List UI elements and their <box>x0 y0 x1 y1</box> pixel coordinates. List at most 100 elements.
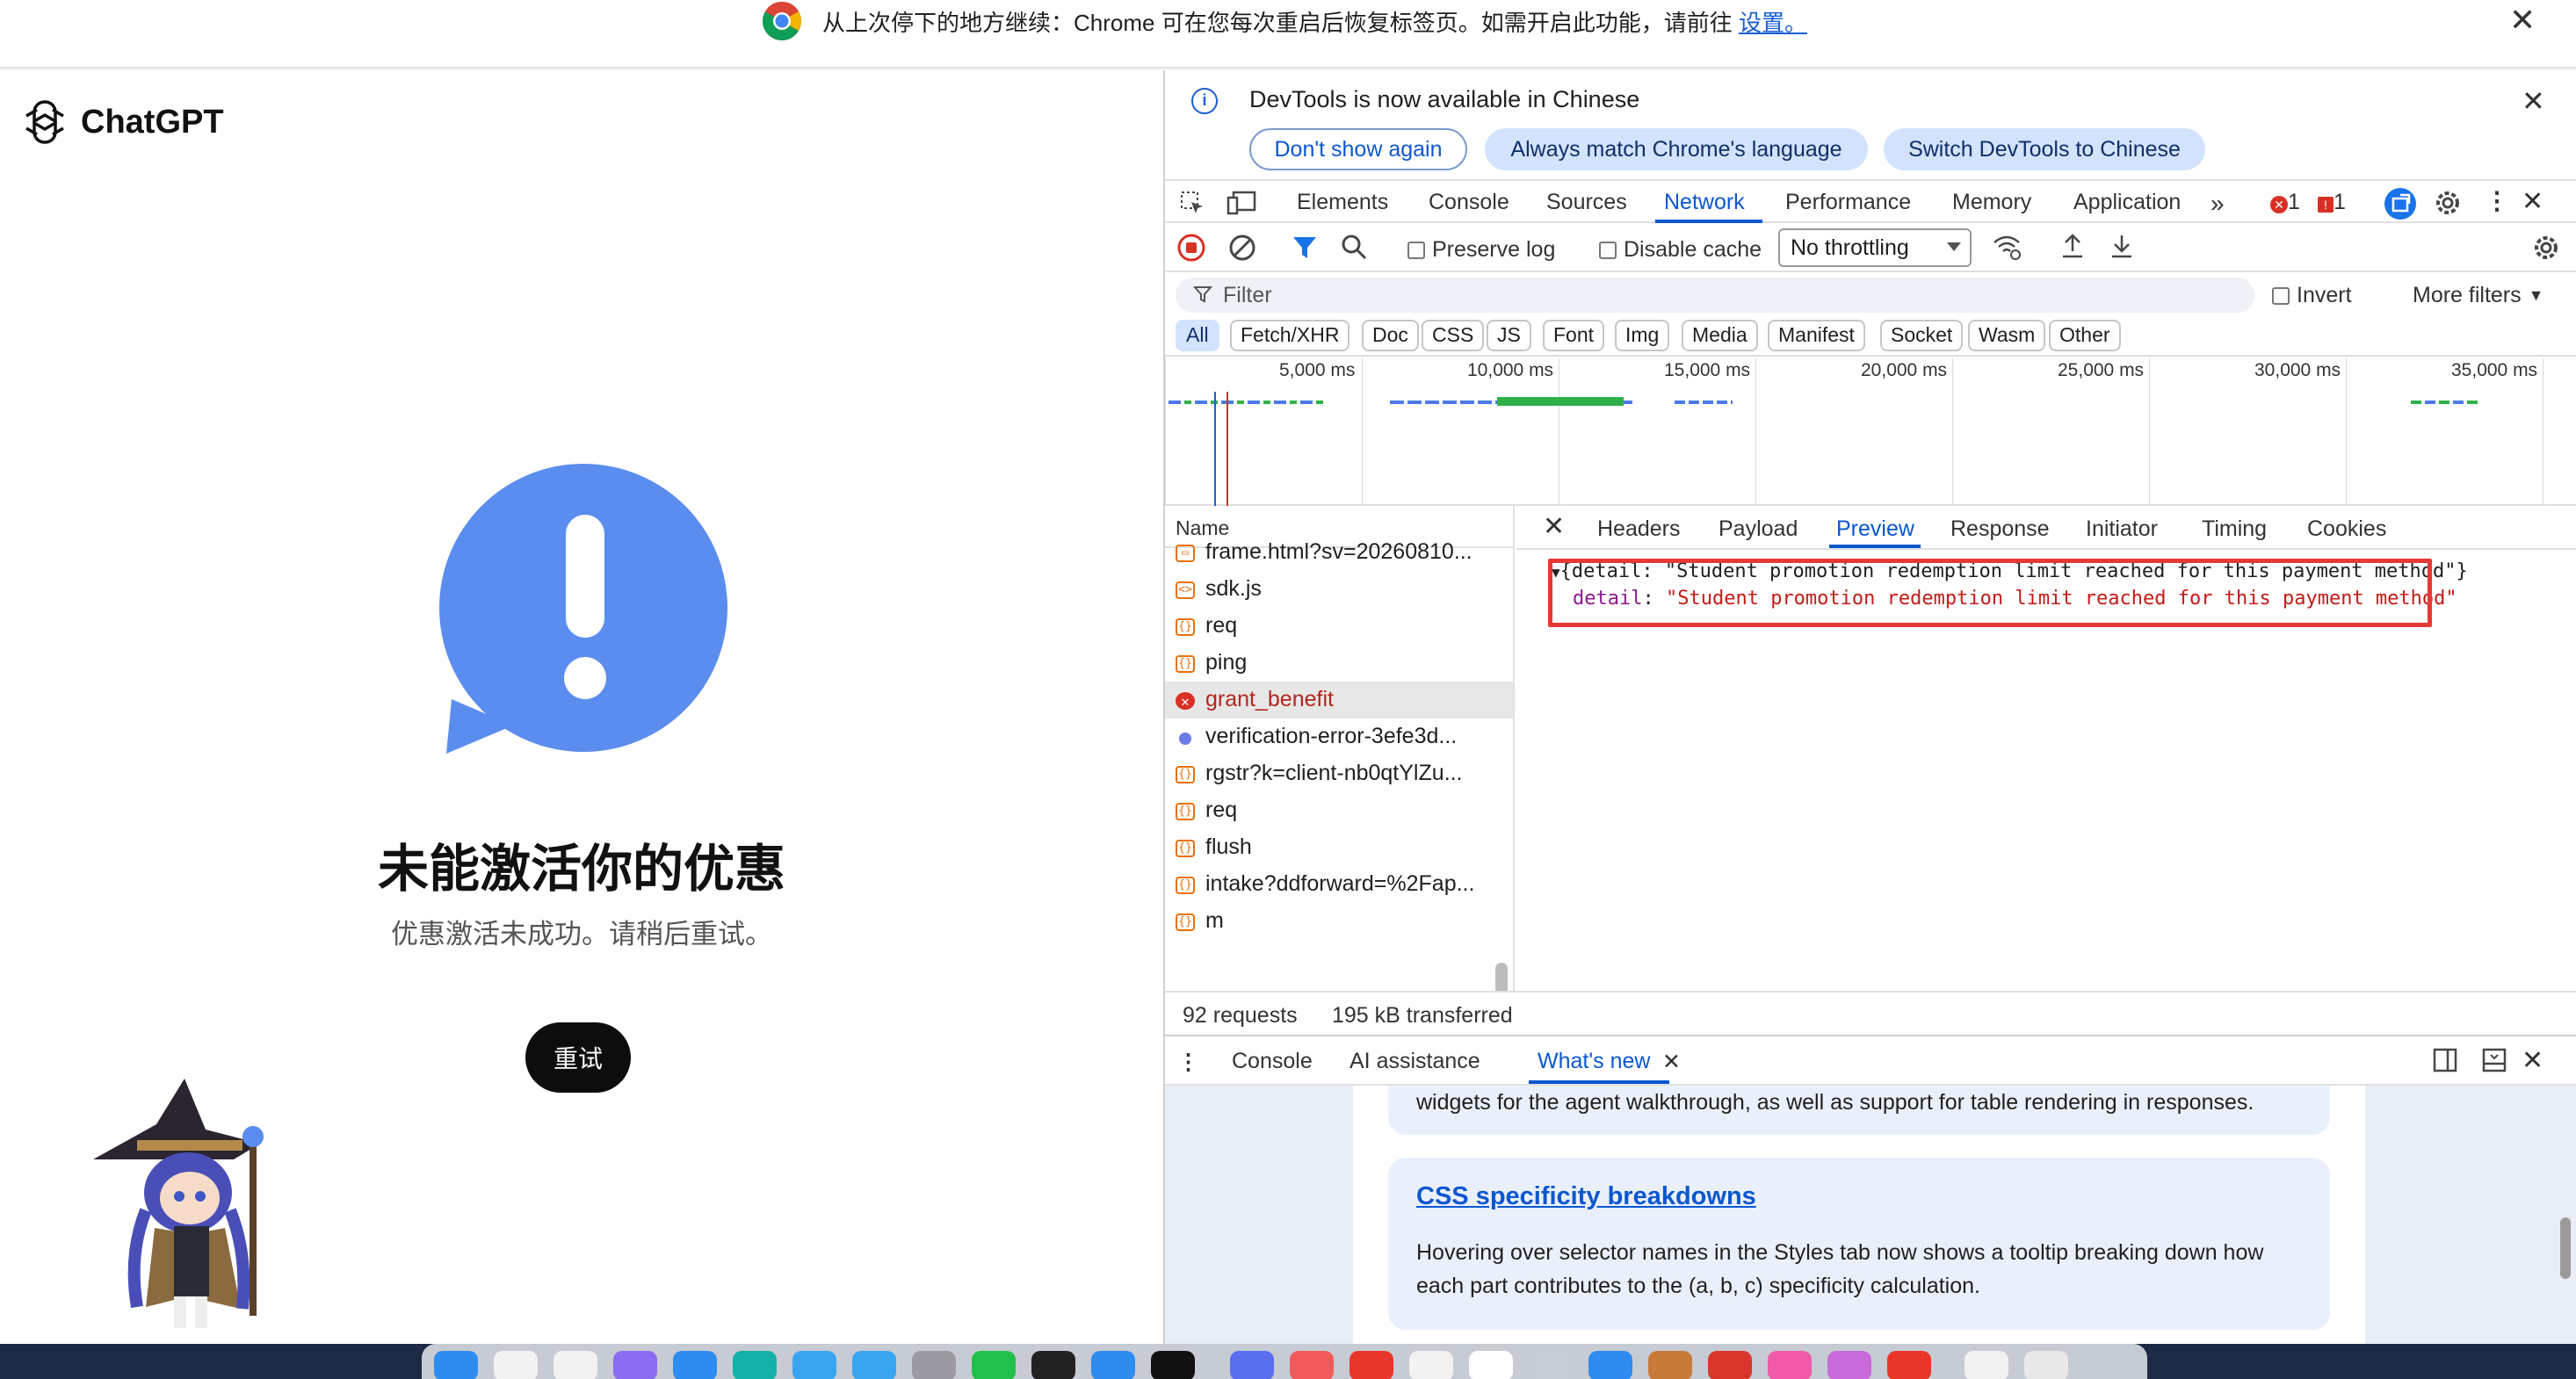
tab-sources[interactable]: Sources <box>1546 190 1627 215</box>
preserve-log-box[interactable] <box>1407 241 1425 259</box>
dock-bottom-icon[interactable] <box>2481 1047 2507 1073</box>
switch-chinese-button[interactable]: Switch DevTools to Chinese <box>1884 128 2205 170</box>
whats-new-scrollbar[interactable] <box>2560 1217 2571 1279</box>
tab-elements[interactable]: Elements <box>1297 190 1388 215</box>
finder-icon[interactable] <box>434 1351 478 1379</box>
app-icon[interactable] <box>1887 1351 1931 1379</box>
app-icon[interactable] <box>1965 1351 2008 1379</box>
app-icon[interactable] <box>1648 1351 1692 1379</box>
devtools-close-icon[interactable]: ✕ <box>2522 186 2543 217</box>
type-other[interactable]: Other <box>2049 320 2121 351</box>
clear-icon[interactable] <box>1228 234 1256 262</box>
tab-console[interactable]: Console <box>1429 190 1509 215</box>
filter-input[interactable]: Filter <box>1176 278 2254 313</box>
app-icon[interactable] <box>792 1351 836 1379</box>
tab-timing[interactable]: Timing <box>2202 516 2267 542</box>
app-icon[interactable] <box>1529 1351 1573 1379</box>
app-icon[interactable] <box>1151 1351 1195 1379</box>
tab-cookies[interactable]: Cookies <box>2307 516 2386 542</box>
type-wasm[interactable]: Wasm <box>1968 320 2046 351</box>
terminal-icon[interactable] <box>1031 1351 1075 1379</box>
infobar-close-icon[interactable]: ✕ <box>2509 2 2536 39</box>
app-icon[interactable] <box>494 1351 538 1379</box>
invert-checkbox[interactable]: Invert <box>2272 283 2352 308</box>
chatgpt-logo[interactable]: ChatGPT <box>19 97 224 148</box>
error-counter[interactable]: ✕ 1 <box>2270 190 2300 215</box>
app-icon[interactable] <box>733 1351 777 1379</box>
trash-icon[interactable] <box>2024 1351 2068 1379</box>
type-js[interactable]: JS <box>1487 320 1531 351</box>
disable-cache-checkbox[interactable]: Disable cache <box>1599 237 1762 263</box>
drawer-tab-close-icon[interactable]: ✕ <box>1662 1049 1681 1075</box>
more-tabs-icon[interactable]: » <box>2211 190 2225 218</box>
network-conditions-icon[interactable] <box>1991 234 2022 260</box>
more-options-icon[interactable]: ⋮ <box>2485 186 2509 215</box>
app-icon[interactable] <box>1290 1351 1334 1379</box>
app-icon[interactable] <box>1588 1351 1632 1379</box>
tab-preview[interactable]: Preview <box>1836 516 1914 542</box>
app-icon[interactable] <box>912 1351 956 1379</box>
drawer-menu-icon[interactable]: ⋮ <box>1177 1049 1199 1075</box>
drawer-tab-whats-new[interactable]: What's new <box>1538 1049 1650 1074</box>
app-icon[interactable] <box>972 1351 1016 1379</box>
request-row[interactable]: {} intake?ddforward=%2Fap... <box>1165 866 1513 903</box>
tab-network[interactable]: Network <box>1664 190 1745 215</box>
warning-counter[interactable]: ! 1 <box>2318 190 2346 215</box>
request-row[interactable]: {} ping <box>1165 645 1513 682</box>
app-icon[interactable] <box>1350 1351 1393 1379</box>
type-img[interactable]: Img <box>1615 320 1670 351</box>
tab-payload[interactable]: Payload <box>1719 516 1798 542</box>
drawer-tab-ai-assistance[interactable]: AI assistance <box>1350 1049 1480 1074</box>
dock-side-icon[interactable] <box>2432 1047 2458 1073</box>
export-har-icon[interactable] <box>2109 232 2135 260</box>
tab-initiator[interactable]: Initiator <box>2086 516 2158 542</box>
request-row[interactable]: <> sdk.js <box>1165 571 1513 608</box>
app-icon[interactable] <box>1409 1351 1453 1379</box>
retry-button[interactable]: 重试 <box>525 1022 631 1093</box>
network-settings-gear-icon[interactable] <box>2532 234 2560 262</box>
preserve-log-checkbox[interactable]: Preserve log <box>1407 237 1555 263</box>
request-row[interactable]: {} flush <box>1165 829 1513 866</box>
device-toolbar-icon[interactable] <box>1226 190 1256 216</box>
banner-close-icon[interactable]: ✕ <box>2522 84 2545 118</box>
network-timeline-overview[interactable]: 5,000 ms 10,000 ms 15,000 ms 20,000 ms 2… <box>1165 358 2576 506</box>
request-row[interactable]: {} req <box>1165 608 1513 645</box>
type-doc[interactable]: Doc <box>1362 320 1419 351</box>
request-row[interactable]: {} rgstr?k=client-nb0qtYlZu... <box>1165 755 1513 792</box>
ai-assist-icon[interactable] <box>2384 188 2416 220</box>
request-list-scrollbar[interactable] <box>1495 963 1508 991</box>
app-icon[interactable] <box>554 1351 597 1379</box>
more-filters-dropdown[interactable]: More filters ▼ <box>2413 283 2543 308</box>
type-manifest[interactable]: Manifest <box>1768 320 1865 351</box>
app-icon[interactable] <box>613 1351 657 1379</box>
request-row[interactable]: ▭ frame.html?sv=20260810... <box>1165 534 1513 571</box>
type-media[interactable]: Media <box>1682 320 1758 351</box>
drawer-close-icon[interactable]: ✕ <box>2522 1045 2543 1076</box>
request-row-selected[interactable]: ✕ grant_benefit <box>1165 682 1513 718</box>
request-row[interactable]: verification-error-3efe3d... <box>1165 718 1513 755</box>
tab-memory[interactable]: Memory <box>1952 190 2031 215</box>
search-icon[interactable] <box>1341 234 1367 260</box>
type-css[interactable]: CSS <box>1422 320 1485 351</box>
app-icon[interactable] <box>673 1351 717 1379</box>
import-har-icon[interactable] <box>2059 232 2086 260</box>
tab-headers[interactable]: Headers <box>1597 516 1681 542</box>
match-language-button[interactable]: Always match Chrome's language <box>1485 128 1868 170</box>
type-fetch-xhr[interactable]: Fetch/XHR <box>1230 320 1350 351</box>
type-all[interactable]: All <box>1176 320 1219 351</box>
app-icon[interactable] <box>1230 1351 1274 1379</box>
record-stop-icon[interactable] <box>1177 234 1205 262</box>
type-socket[interactable]: Socket <box>1880 320 1964 351</box>
tab-application[interactable]: Application <box>2073 190 2181 215</box>
filter-toggle-icon[interactable] <box>1292 234 1318 260</box>
invert-box[interactable] <box>2272 286 2290 305</box>
app-icon[interactable] <box>1091 1351 1135 1379</box>
type-font[interactable]: Font <box>1543 320 1605 351</box>
app-icon[interactable] <box>1768 1351 1812 1379</box>
app-icon[interactable] <box>1827 1351 1871 1379</box>
app-icon[interactable] <box>1708 1351 1752 1379</box>
drawer-tab-console[interactable]: Console <box>1232 1049 1313 1074</box>
dont-show-again-button[interactable]: Don't show again <box>1249 128 1467 170</box>
disable-cache-box[interactable] <box>1599 241 1617 259</box>
detail-close-icon[interactable]: ✕ <box>1543 511 1565 542</box>
